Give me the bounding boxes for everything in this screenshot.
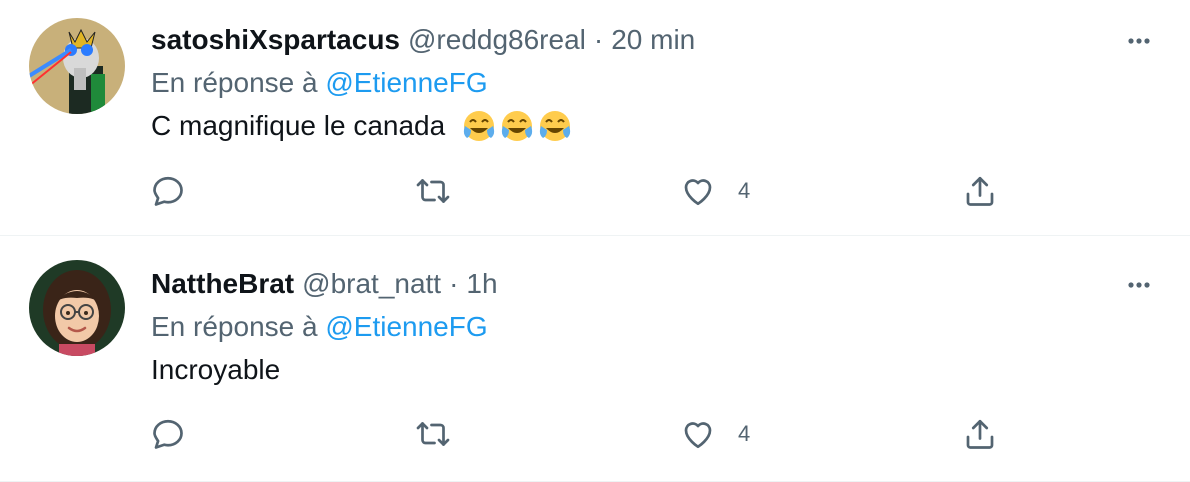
reply-prefix: En réponse à (151, 67, 318, 98)
share-icon (966, 419, 994, 449)
reply-prefix: En réponse à (151, 311, 318, 342)
tweet[interactable]: NattheBrat @brat_natt · 1h En réponse à … (0, 236, 1190, 482)
tweet-body: Incroyable (151, 354, 281, 385)
like-button[interactable]: 4 (680, 171, 750, 211)
tweet[interactable]: satoshiXspartacus @reddg86real · 20 min … (0, 0, 1190, 236)
retweet-button[interactable] (415, 171, 451, 211)
user-handle[interactable]: @reddg86real (408, 22, 586, 58)
timestamp[interactable]: 1h (466, 266, 497, 302)
mention-link[interactable]: @EtienneFG (325, 67, 487, 98)
mention-link[interactable]: @EtienneFG (325, 311, 487, 342)
reply-icon (153, 176, 183, 206)
tweet-header: NattheBrat @brat_natt · 1h (151, 266, 1150, 302)
reply-context: En réponse à @EtienneFG (151, 65, 1150, 101)
face-with-tears-of-joy-emoji (502, 111, 533, 141)
retweet-icon (416, 422, 450, 446)
display-name[interactable]: satoshiXspartacus (151, 22, 400, 58)
avatar[interactable] (29, 260, 125, 356)
tweet-body: C magnifique le canada (151, 110, 446, 141)
reply-button[interactable] (150, 171, 186, 211)
face-with-tears-of-joy-emoji (540, 111, 571, 141)
like-count: 4 (738, 178, 751, 203)
tweet-text: C magnifique le canada (151, 108, 1150, 144)
user-handle[interactable]: @brat_natt (302, 266, 441, 302)
separator-dot: · (593, 24, 604, 55)
avatar[interactable] (29, 18, 125, 114)
face-with-tears-of-joy-emoji (464, 111, 495, 141)
heart-icon (684, 422, 712, 449)
tweet-text: Incroyable (151, 352, 1150, 388)
reply-button[interactable] (150, 414, 186, 454)
like-button[interactable]: 4 (680, 414, 750, 454)
separator-dot: · (449, 268, 459, 299)
heart-icon (684, 179, 712, 206)
more-icon[interactable] (1122, 268, 1156, 302)
reply-icon (153, 419, 183, 449)
share-button[interactable] (962, 171, 998, 211)
tweet-header: satoshiXspartacus @reddg86real · 20 min (151, 22, 1150, 58)
share-button[interactable] (962, 414, 998, 454)
retweet-button[interactable] (415, 414, 451, 454)
more-icon[interactable] (1122, 24, 1156, 58)
timestamp[interactable]: 20 min (611, 22, 695, 58)
reply-context: En réponse à @EtienneFG (151, 309, 1150, 345)
display-name[interactable]: NattheBrat (151, 266, 294, 302)
share-icon (966, 176, 994, 206)
like-count: 4 (738, 421, 751, 446)
retweet-icon (416, 179, 450, 203)
